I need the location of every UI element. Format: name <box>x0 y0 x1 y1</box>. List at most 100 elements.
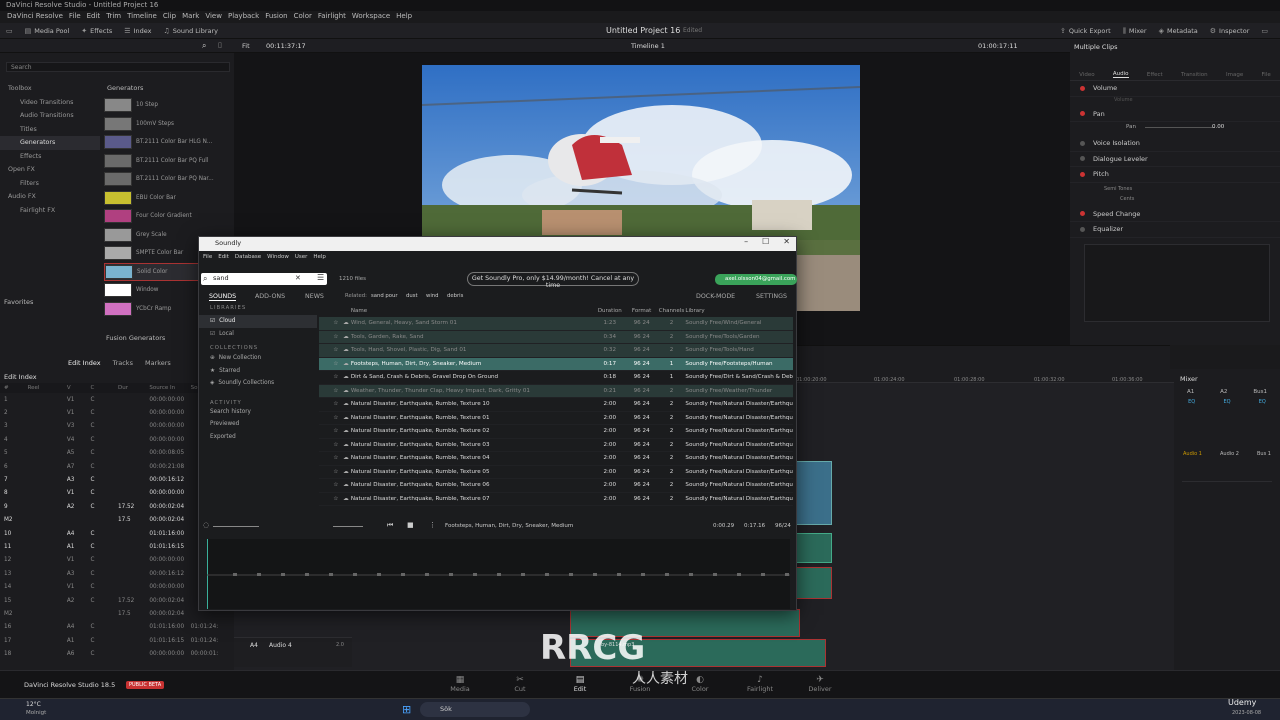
waveform-display[interactable] <box>206 539 790 609</box>
volume-enable[interactable] <box>1080 85 1085 91</box>
generator-item[interactable]: BT.2111 Color Bar PQ Full <box>104 152 228 171</box>
pan-row[interactable]: Pan <box>1070 107 1280 122</box>
tab-sounds[interactable]: SOUNDS <box>209 293 237 301</box>
soundly-menu-edit[interactable]: Edit <box>218 254 229 264</box>
menu-trim[interactable]: Trim <box>103 11 124 23</box>
tree-audio-fx[interactable]: Audio FX <box>0 190 100 204</box>
eq-a1[interactable]: EQ <box>1188 399 1195 405</box>
pan-slider[interactable] <box>1145 127 1215 128</box>
equalizer-row[interactable]: Equalizer <box>1070 222 1280 238</box>
media-pool-button[interactable]: ▤ Media Pool <box>19 23 76 39</box>
metadata-button[interactable]: ◈ Metadata <box>1153 23 1204 39</box>
volume-slider[interactable] <box>213 526 259 527</box>
edit-index-row[interactable]: 16 A4 C 01:01:16:00 01:01:24: <box>0 621 234 634</box>
tree-generators[interactable]: Generators <box>0 136 100 150</box>
track-name[interactable]: Audio 4 <box>269 642 292 649</box>
related-sand-pour[interactable]: sand pour <box>371 293 398 299</box>
menu-edit[interactable]: Edit <box>84 11 104 23</box>
pitch-row[interactable]: Pitch <box>1070 167 1280 183</box>
soundly-pro-promo[interactable]: Get Soundly Pro, only $14.99/month! Canc… <box>467 272 639 289</box>
eq-bus1[interactable]: EQ <box>1259 399 1266 405</box>
pan-enable[interactable] <box>1080 111 1085 117</box>
search-icon[interactable]: ⌕ <box>202 41 206 51</box>
menu-timeline[interactable]: Timeline <box>124 11 160 23</box>
library-local[interactable]: ☑ Local <box>199 328 317 341</box>
sound-result-row[interactable]: ☆ ☁ Weather, Thunder, Thunder Clap, Heavy … <box>319 384 793 398</box>
related-debris[interactable]: debris <box>447 293 463 299</box>
library-cloud[interactable]: ☑ Cloud <box>199 315 317 328</box>
sound-result-row[interactable]: ☆ ☁ Wind, General, Heavy, Sand Storm 01 1:2… <box>319 317 793 331</box>
sound-result-row[interactable]: ☆ ☁ Natural Disaster, Earthquake, Rumble, … <box>319 493 793 506</box>
sound-result-row[interactable]: ☆ ☁ Footsteps, Human, Dirt, Dry, Sneaker, … <box>319 357 793 371</box>
generator-item[interactable]: BT.2111 Color Bar HLG N... <box>104 133 228 152</box>
inspector-tab-image[interactable]: Image <box>1226 72 1243 78</box>
search-options-icon[interactable]: ☰ <box>317 273 324 282</box>
equalizer-graph[interactable] <box>1084 243 1270 322</box>
page-deliver[interactable]: ✈ Deliver <box>800 675 840 693</box>
volume-row[interactable]: Volume <box>1070 81 1280 97</box>
star-icon[interactable]: ☆ <box>331 482 341 488</box>
starred-collection[interactable]: ★ Starred <box>199 365 317 378</box>
menu-workspace[interactable]: Workspace <box>349 11 393 23</box>
fit-dropdown[interactable]: Fit <box>242 42 250 50</box>
close-button[interactable]: ✕ <box>783 237 790 246</box>
star-icon[interactable]: ☆ <box>331 320 341 326</box>
sound-result-row[interactable]: ☆ ☁ Natural Disaster, Earthquake, Rumble, … <box>319 398 793 412</box>
soundly-collections[interactable]: ◈ Soundly Collections <box>199 377 317 390</box>
video-clip[interactable] <box>796 461 832 525</box>
sound-result-row[interactable]: ☆ ☁ Natural Disaster, Earthquake, Rumble, … <box>319 412 793 425</box>
generator-item[interactable]: 10 Step <box>104 96 228 115</box>
col-format[interactable]: Format <box>626 308 658 314</box>
sound-library-button[interactable]: ♫ Sound Library <box>157 23 224 39</box>
star-icon[interactable]: ☆ <box>331 347 341 353</box>
more-icon[interactable]: ⋮ <box>429 521 436 529</box>
sound-result-row[interactable]: ☆ ☁ Tools, Garden, Rake, Sand 0:34 96 24 2 Sou… <box>319 330 793 344</box>
timeline-name[interactable]: Timeline 1 <box>631 42 665 50</box>
previous-icon[interactable]: ⏮ <box>387 521 393 530</box>
index-button[interactable]: ☰ Index <box>118 23 157 39</box>
weather-temp[interactable]: 12°C <box>26 701 41 708</box>
inspector-tab-video[interactable]: Video <box>1079 72 1094 78</box>
star-icon[interactable]: ☆ <box>331 469 341 475</box>
menu-fusion[interactable]: Fusion <box>262 11 290 23</box>
split-icon[interactable]: ▯ <box>218 41 222 49</box>
star-icon[interactable]: ☆ <box>331 496 341 502</box>
inspector-tab-transition[interactable]: Transition <box>1181 72 1208 78</box>
page-fairlight[interactable]: ♪ Fairlight <box>740 675 780 693</box>
menu-file[interactable]: File <box>66 11 84 23</box>
generator-item[interactable]: EBU Color Bar <box>104 189 228 208</box>
menu-clip[interactable]: Clip <box>160 11 179 23</box>
col-channels[interactable]: Channels <box>658 308 686 314</box>
tree-titles[interactable]: Titles <box>0 123 100 137</box>
generator-item[interactable]: BT.2111 Color Bar PQ Nar... <box>104 170 228 189</box>
new-collection[interactable]: ⊕ New Collection <box>199 352 317 365</box>
speed-change-row[interactable]: Speed Change <box>1070 207 1280 222</box>
sound-result-row[interactable]: ☆ ☁ Tools, Hand, Shovel, Plastic, Dig, San… <box>319 344 793 358</box>
star-icon[interactable]: ☆ <box>331 374 341 380</box>
exported[interactable]: Exported <box>199 431 317 444</box>
menu-view[interactable]: View <box>202 11 225 23</box>
voice-isolation-enable[interactable] <box>1080 140 1085 146</box>
tab-edit-index[interactable]: Edit Index <box>68 359 101 369</box>
windows-start-icon[interactable]: ⊞ <box>402 703 411 716</box>
sound-result-row[interactable]: ☆ ☁ Natural Disaster, Earthquake, Rumble, … <box>319 439 793 452</box>
volume-icon[interactable]: ◌ <box>203 521 209 529</box>
generator-item[interactable]: Four Color Gradient <box>104 207 228 226</box>
menu-mark[interactable]: Mark <box>179 11 202 23</box>
tab-news[interactable]: NEWS <box>305 293 324 300</box>
tree-audio-transitions[interactable]: Audio Transitions <box>0 109 100 123</box>
audio-track-header[interactable]: A4 Audio 4 2.0 <box>234 637 352 667</box>
sound-result-row[interactable]: ☆ ☁ Natural Disaster, Earthquake, Rumble, … <box>319 452 793 466</box>
expand-button[interactable]: ▭ <box>1255 23 1274 39</box>
search-history[interactable]: Search history <box>199 406 317 419</box>
mixer-faders[interactable] <box>1182 481 1272 661</box>
edit-index-row[interactable]: 17 A1 C 01:01:16:15 01:01:24: <box>0 634 234 647</box>
sound-result-row[interactable]: ☆ ☁ Natural Disaster, Earthquake, Rumble, … <box>319 466 793 479</box>
edit-index-row[interactable]: 18 A6 C 00:00:00:00 00:00:01: <box>0 647 234 660</box>
star-icon[interactable]: ☆ <box>331 428 341 434</box>
tree-open-fx[interactable]: Open FX <box>0 163 100 177</box>
sound-result-row[interactable]: ☆ ☁ Dirt & Sand, Crash & Debris, Gravel Dr… <box>319 371 793 385</box>
quick-export-button[interactable]: ⇪ Quick Export <box>1054 23 1117 39</box>
taskbar-search[interactable]: Sök <box>420 702 530 717</box>
tab-markers[interactable]: Markers <box>145 359 171 369</box>
